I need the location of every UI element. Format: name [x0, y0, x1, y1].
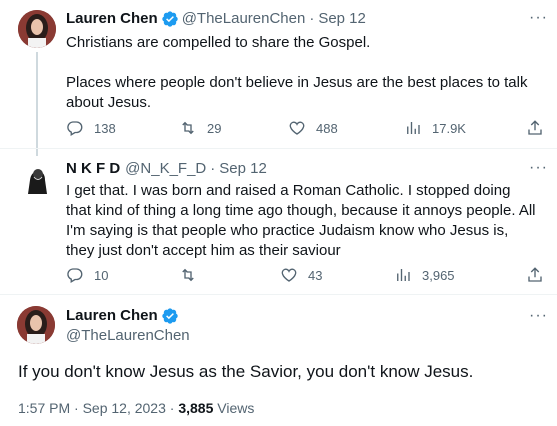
share-icon	[528, 120, 542, 135]
retweet-icon	[182, 268, 194, 282]
author-handle[interactable]: @TheLaurenChen	[66, 326, 190, 346]
retweet-button[interactable]	[179, 266, 207, 284]
views-icon	[397, 269, 410, 281]
divider	[0, 148, 557, 149]
tweet3-text: If you don't know Jesus as the Savior, y…	[18, 362, 474, 381]
reply-icon	[67, 268, 83, 283]
reply-button[interactable]: 10	[66, 266, 108, 284]
views-count: 3,965	[422, 267, 455, 283]
views-button[interactable]: 3,965	[394, 266, 455, 284]
thread-line	[36, 52, 38, 156]
views-total: 3,885	[178, 400, 214, 416]
tweet1-header: Lauren Chen @TheLaurenChen · Sep 12	[66, 9, 366, 29]
separator: ·	[309, 10, 315, 27]
tweet1-text-line2: Places where people don't believe in Jes…	[66, 74, 528, 111]
retweet-icon	[182, 121, 194, 135]
tweet2-text: I get that. I was born and raised a Roma…	[66, 182, 536, 259]
author-name[interactable]: N K F D	[66, 159, 120, 179]
avatar-lauren-chen[interactable]	[17, 306, 55, 344]
like-count: 43	[308, 267, 323, 283]
share-button[interactable]	[526, 119, 544, 137]
like-button[interactable]: 488	[288, 119, 338, 137]
tweet-time[interactable]: 1:57 PM · Sep 12, 2023 ·	[18, 400, 178, 416]
tweet3-name-row: Lauren Chen	[66, 306, 182, 326]
reply-button[interactable]: 138	[66, 119, 116, 137]
views-count: 17.9K	[432, 120, 466, 136]
verified-badge-icon	[161, 10, 179, 28]
reply-count: 10	[94, 267, 109, 283]
author-handle[interactable]: @TheLaurenChen	[182, 9, 306, 29]
like-count: 488	[316, 120, 338, 136]
like-button[interactable]: 43	[280, 266, 322, 284]
share-icon	[528, 267, 542, 282]
reply-icon	[67, 121, 83, 136]
retweet-count: 29	[207, 120, 222, 136]
tweet1-text-line1: Christians are compelled to share the Go…	[66, 34, 371, 51]
author-name[interactable]: Lauren Chen	[66, 9, 158, 29]
views-icon	[407, 122, 420, 134]
avatar-nkfd[interactable]	[18, 160, 56, 198]
tweet2-header: N K F D @N_K_F_D · Sep 12	[66, 159, 267, 179]
avatar-lauren-chen[interactable]	[18, 10, 56, 48]
separator: ·	[210, 160, 216, 177]
tweet-timestamp-row: 1:57 PM · Sep 12, 2023 · 3,885 Views	[18, 400, 254, 416]
author-name[interactable]: Lauren Chen	[66, 306, 158, 326]
verified-badge-icon	[161, 307, 179, 325]
tweet-date[interactable]: Sep 12	[318, 9, 366, 29]
more-icon[interactable]: ···	[529, 10, 548, 26]
tweet-date[interactable]: Sep 12	[219, 159, 267, 179]
share-button[interactable]	[526, 266, 544, 284]
views-button[interactable]: 17.9K	[404, 119, 466, 137]
retweet-button[interactable]: 29	[179, 119, 221, 137]
author-handle[interactable]: @N_K_F_D	[125, 159, 206, 179]
reply-count: 138	[94, 120, 116, 136]
like-icon	[281, 268, 297, 282]
more-icon[interactable]: ···	[529, 308, 548, 324]
views-label: Views	[213, 400, 255, 416]
like-icon	[289, 121, 305, 135]
divider	[0, 294, 557, 295]
more-icon[interactable]: ···	[529, 160, 548, 176]
